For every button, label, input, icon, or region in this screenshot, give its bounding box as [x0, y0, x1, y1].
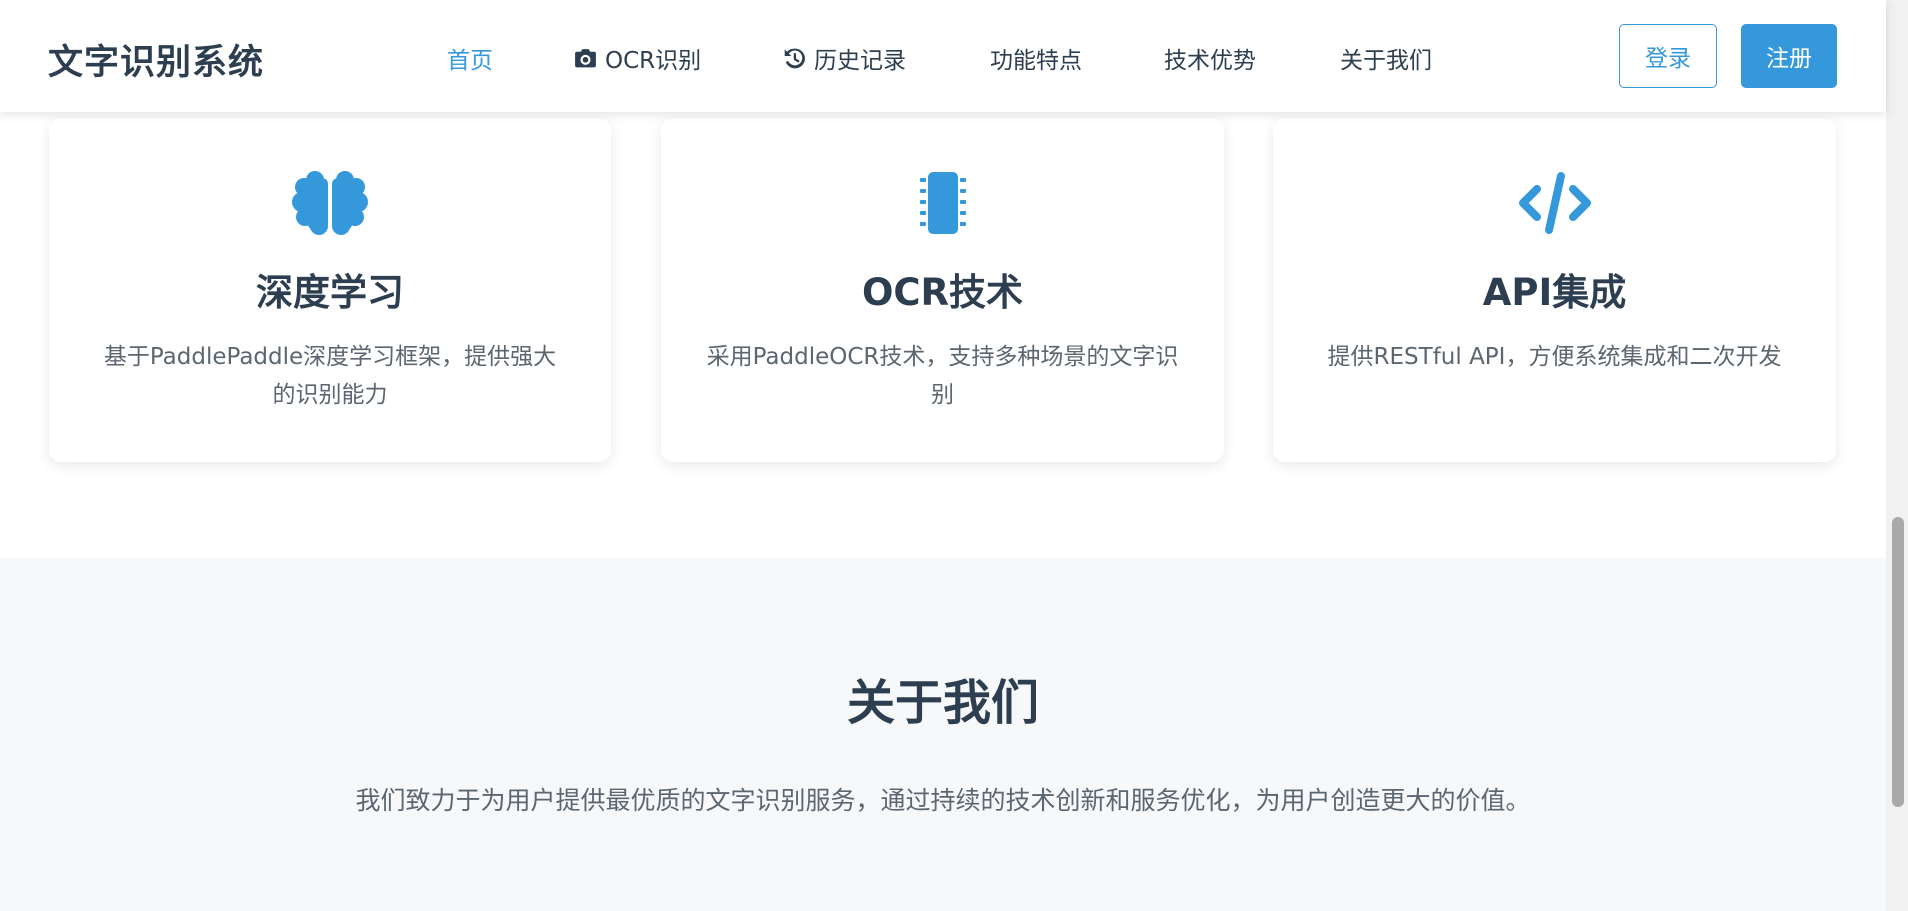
code-icon: [1515, 170, 1595, 236]
nav-home-label: 首页: [447, 48, 493, 74]
feature-description: 基于PaddlePaddle深度学习框架，提供强大的识别能力: [103, 344, 557, 408]
feature-title: API集成: [1482, 271, 1627, 314]
feature-card-ocr: OCR技术 采用PaddleOCR技术，支持多种场景的文字识别: [661, 118, 1224, 462]
register-button[interactable]: 注册: [1741, 24, 1837, 88]
about-title: 关于我们: [846, 675, 1039, 731]
about-text: 我们致力于为用户提供最优质的文字识别服务，通过持续的技术创新和服务优化，为用户创…: [355, 786, 1531, 815]
nav-ocr-label: OCR识别: [605, 48, 702, 74]
scrollbar-thumb[interactable]: [1892, 517, 1904, 807]
feature-description: 采用PaddleOCR技术，支持多种场景的文字识别: [706, 344, 1179, 408]
nav-advantages-label: 技术优势: [1164, 48, 1256, 74]
brand-logo[interactable]: 文字识别系统: [48, 34, 264, 85]
feature-card-api: API集成 提供RESTful API，方便系统集成和二次开发: [1273, 118, 1836, 462]
nav-ocr[interactable]: OCR识别: [573, 40, 701, 76]
feature-card-deep-learning: 深度学习 基于PaddlePaddle深度学习框架，提供强大的识别能力: [49, 118, 611, 462]
nav-about[interactable]: 关于我们: [1340, 40, 1432, 76]
nav-history[interactable]: 历史记录: [782, 40, 906, 76]
navbar: 文字识别系统 首页 OCR识别 历史记录 功能特点 技术优势 关于我们 登录 注…: [0, 0, 1886, 112]
nav-about-label: 关于我们: [1340, 48, 1432, 74]
about-section: 关于我们 我们致力于为用户提供最优质的文字识别服务，通过持续的技术创新和服务优化…: [0, 558, 1886, 911]
feature-title: OCR技术: [861, 271, 1024, 314]
nav-features[interactable]: 功能特点: [990, 40, 1082, 76]
microchip-icon: [903, 170, 983, 236]
history-icon: [784, 48, 805, 68]
scrollbar[interactable]: [1886, 0, 1908, 911]
camera-icon: [575, 48, 596, 67]
page: 文字识别系统 首页 OCR识别 历史记录 功能特点 技术优势 关于我们 登录 注…: [0, 0, 1908, 911]
nav-history-label: 历史记录: [814, 48, 906, 74]
login-button[interactable]: 登录: [1619, 24, 1717, 88]
nav-home[interactable]: 首页: [447, 40, 493, 76]
nav-features-label: 功能特点: [990, 48, 1082, 74]
feature-description: 提供RESTful API，方便系统集成和二次开发: [1327, 344, 1782, 370]
brain-icon: [290, 170, 370, 236]
feature-title: 深度学习: [256, 271, 404, 314]
nav-advantages[interactable]: 技术优势: [1164, 40, 1256, 76]
